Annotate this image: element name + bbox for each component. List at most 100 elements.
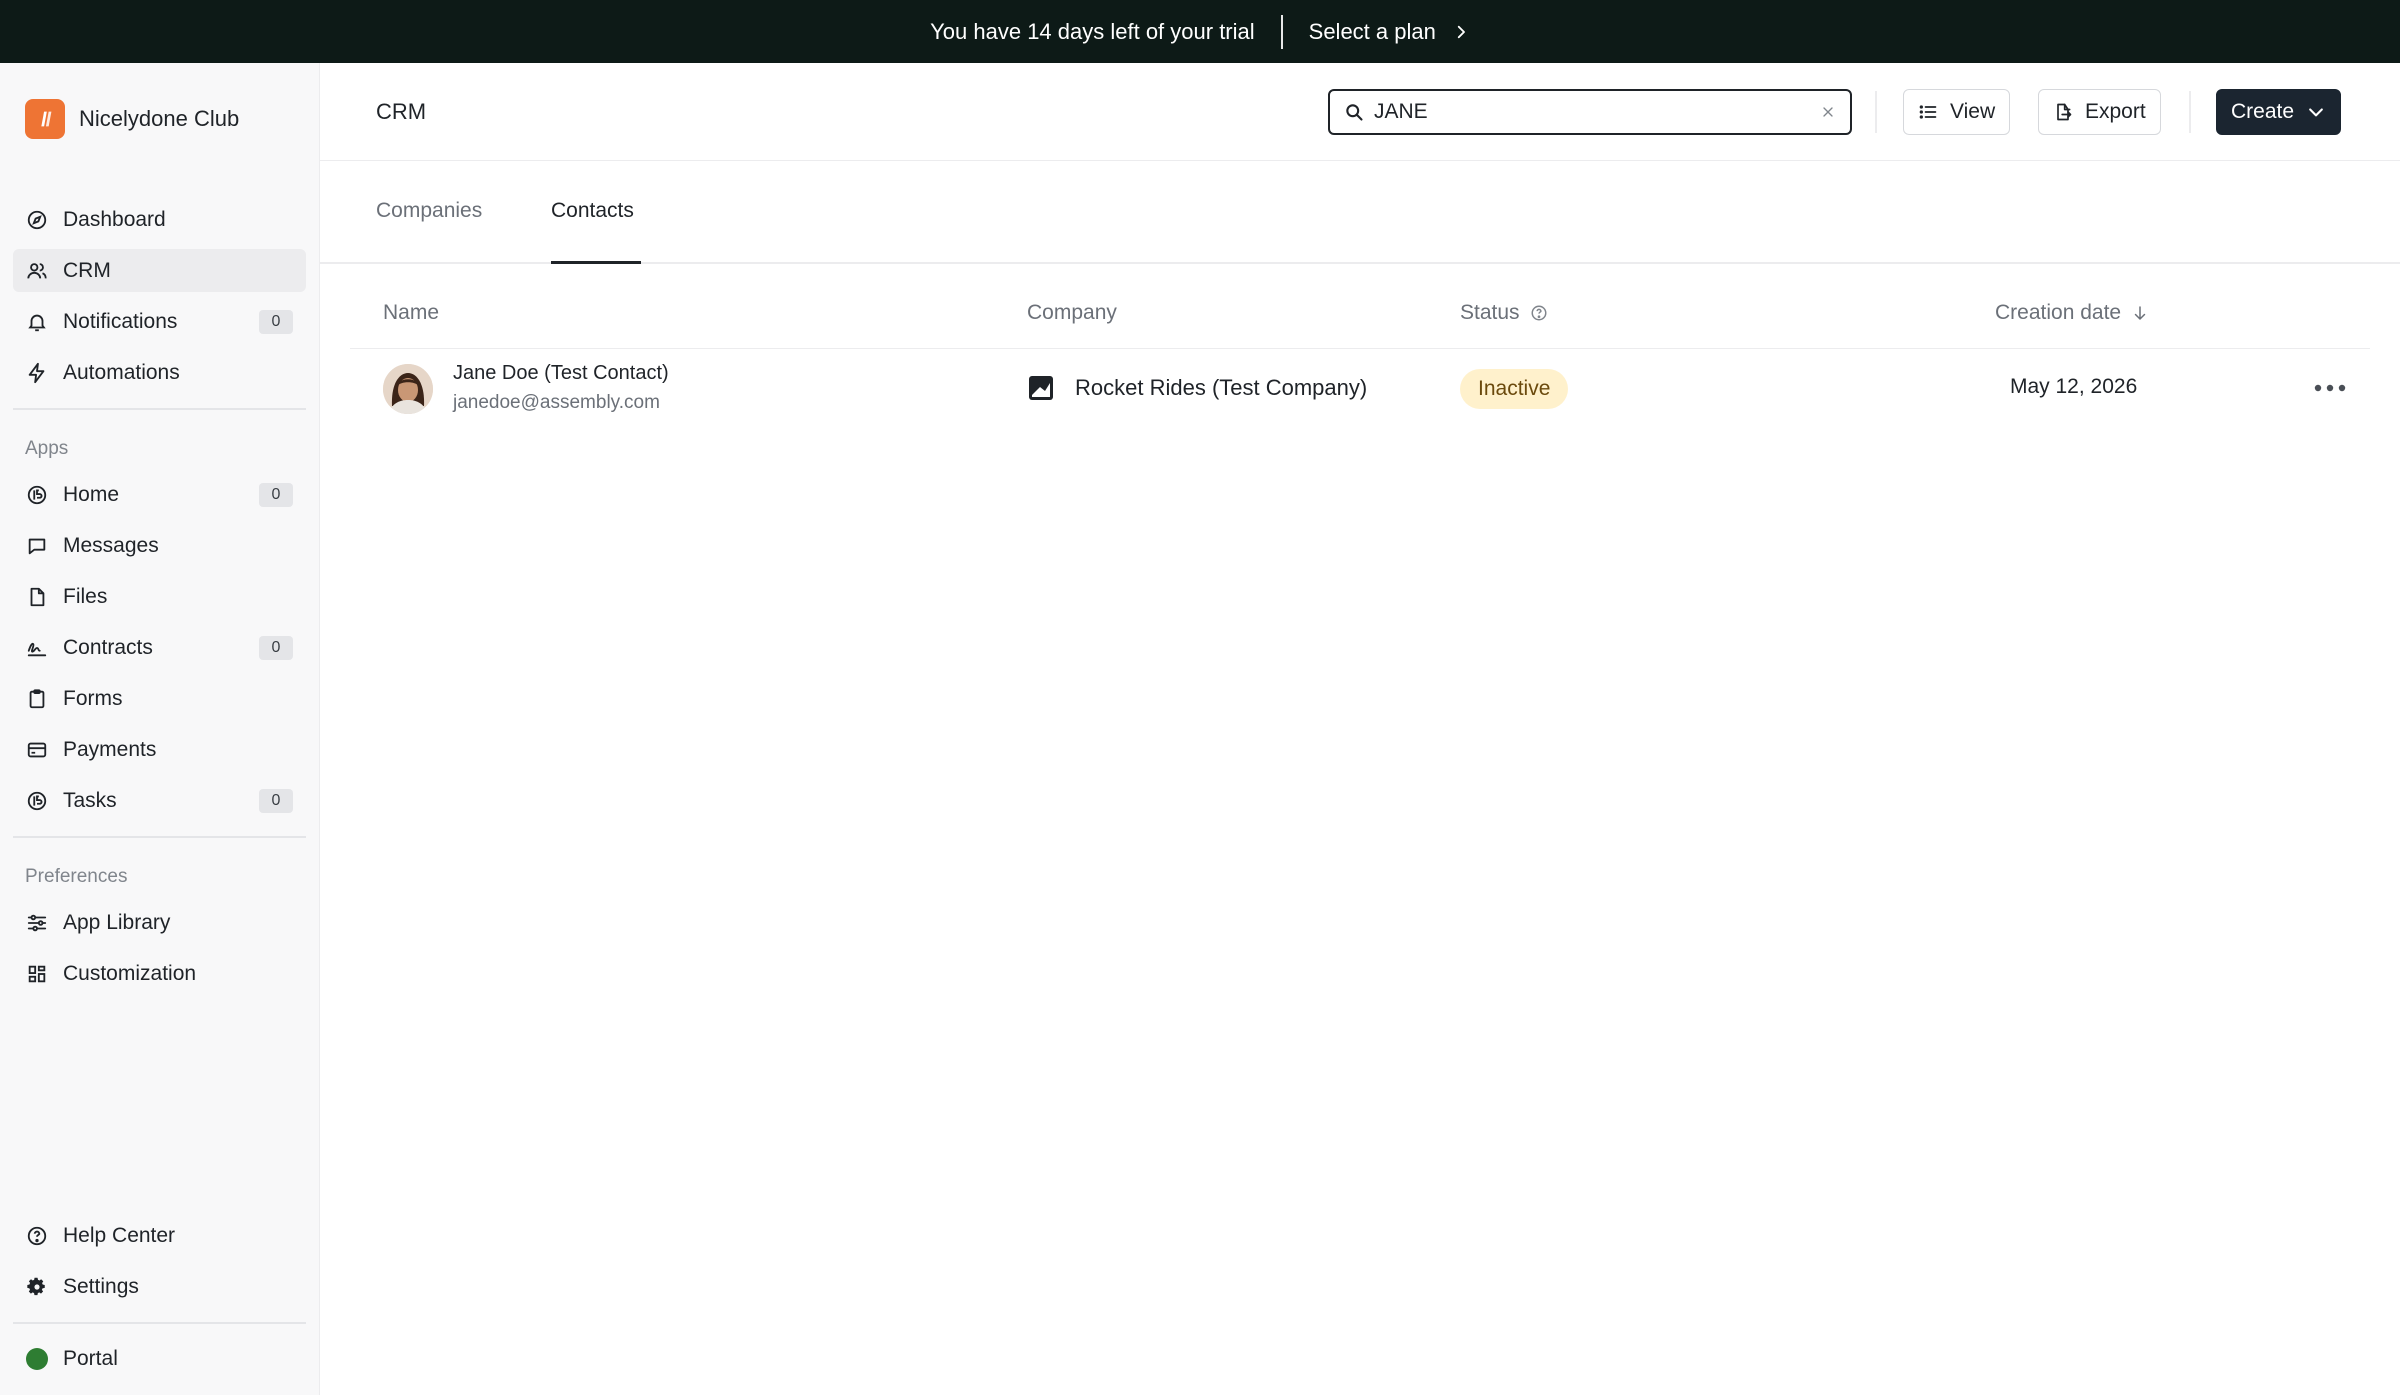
- sidebar-item-label: CRM: [63, 258, 111, 282]
- export-button[interactable]: Export: [2038, 89, 2161, 135]
- sort-descending-icon: [2134, 306, 2146, 320]
- contracts-count-badge: 0: [259, 636, 293, 660]
- sidebar-item-label: Settings: [63, 1274, 139, 1298]
- signature-icon: [25, 636, 49, 660]
- header: CRM View Export Create: [320, 63, 2400, 161]
- gear-icon: [25, 1275, 49, 1299]
- create-button[interactable]: Create: [2216, 89, 2342, 135]
- search-box[interactable]: [1328, 89, 1852, 135]
- tasks-count-badge: 0: [259, 789, 293, 813]
- company-name: Rocket Rides (Test Company): [1075, 375, 1368, 400]
- trial-text: You have 14 days left of your trial: [930, 18, 1255, 44]
- row-more-actions-button[interactable]: [2310, 373, 2350, 403]
- status-badge: Inactive: [1460, 369, 1569, 409]
- search-input[interactable]: [1374, 100, 1820, 124]
- sidebar-item-label: Help Center: [63, 1223, 176, 1247]
- sidebar-item-label: Notifications: [63, 309, 178, 333]
- brand-logo-icon: [25, 99, 65, 139]
- contact-email: janedoe@assembly.com: [453, 392, 660, 413]
- sidebar-item-notifications[interactable]: Notifications 0: [13, 300, 306, 343]
- chevron-down-icon: [2309, 108, 2323, 117]
- view-button[interactable]: View: [1903, 89, 2011, 135]
- sidebar-item-label: Portal: [63, 1346, 118, 1370]
- main-content: CRM View Export Create Companies Contact…: [320, 63, 2400, 1395]
- portal-status-dot: [25, 1347, 49, 1371]
- column-header-company[interactable]: Company: [1027, 301, 1117, 325]
- sidebar-item-forms[interactable]: Forms: [13, 677, 306, 720]
- sliders-icon: [25, 911, 49, 935]
- chevron-right-icon: [1457, 25, 1465, 38]
- sidebar-item-app-library[interactable]: App Library: [13, 901, 306, 944]
- avatar: [383, 364, 433, 414]
- sidebar-item-settings[interactable]: Settings: [13, 1265, 306, 1308]
- tab-companies[interactable]: Companies: [376, 199, 482, 223]
- column-header-label: Status: [1460, 301, 1520, 324]
- apps-section-label: Apps: [25, 438, 69, 459]
- sidebar: Nicelydone Club Dashboard CRM Notificati…: [0, 63, 320, 1395]
- brand-name: Nicelydone Club: [79, 106, 240, 131]
- brand[interactable]: Nicelydone Club: [25, 99, 239, 139]
- sidebar-item-label: Automations: [63, 360, 180, 384]
- sidebar-item-label: Forms: [63, 686, 123, 710]
- compass-icon: [25, 208, 49, 232]
- export-icon: [2057, 103, 2072, 121]
- bolt-icon: [25, 361, 49, 385]
- tab-contacts[interactable]: Contacts: [551, 199, 634, 223]
- export-button-label: Export: [2085, 100, 2146, 123]
- sidebar-divider: [13, 836, 306, 838]
- toolbar-divider: [2189, 91, 2191, 133]
- help-circle-icon[interactable]: [1530, 304, 1548, 322]
- sidebar-item-payments[interactable]: Payments: [13, 728, 306, 771]
- tab-bar: Companies Contacts: [320, 161, 2400, 264]
- select-plan-link[interactable]: Select a plan: [1309, 19, 1470, 45]
- sidebar-divider: [13, 1322, 306, 1324]
- help-icon: [25, 1224, 49, 1248]
- more-horizontal-icon: [2314, 384, 2346, 392]
- sidebar-item-home[interactable]: Home 0: [13, 473, 306, 516]
- sidebar-item-crm[interactable]: CRM: [13, 249, 306, 292]
- sidebar-item-label: Tasks: [63, 788, 117, 812]
- clipboard-icon: [25, 687, 49, 711]
- column-header-status[interactable]: Status: [1460, 301, 1548, 325]
- column-header-creation-date[interactable]: Creation date: [1995, 301, 2149, 325]
- creation-date: May 12, 2026: [2010, 375, 2138, 398]
- banner-divider: [1280, 14, 1283, 49]
- sidebar-item-help-center[interactable]: Help Center: [13, 1214, 306, 1257]
- sidebar-item-contracts[interactable]: Contracts 0: [13, 626, 306, 669]
- table-row[interactable]: Jane Doe (Test Contact) janedoe@assembly…: [350, 349, 2370, 429]
- sidebar-item-label: Contracts: [63, 635, 153, 659]
- contact-name[interactable]: Jane Doe (Test Contact): [453, 362, 669, 385]
- sidebar-item-portal[interactable]: Portal: [13, 1337, 306, 1380]
- view-button-label: View: [1950, 100, 1996, 123]
- sidebar-item-dashboard[interactable]: Dashboard: [13, 198, 306, 241]
- table-header: Name Company Status Creation date: [350, 263, 2370, 349]
- sidebar-divider: [13, 408, 306, 410]
- users-icon: [25, 259, 49, 283]
- column-header-label: Company: [1027, 301, 1117, 324]
- select-plan-label: Select a plan: [1308, 18, 1436, 44]
- company-cell[interactable]: Rocket Rides (Test Company): [1027, 374, 1367, 402]
- trial-banner: You have 14 days left of your trial Sele…: [0, 0, 2400, 63]
- home-count-badge: 0: [259, 483, 293, 507]
- column-header-label: Name: [383, 301, 440, 324]
- sidebar-item-files[interactable]: Files: [13, 575, 306, 618]
- toolbar-divider: [1875, 91, 1877, 133]
- sidebar-item-label: Messages: [63, 533, 159, 557]
- chat-icon: [25, 534, 49, 558]
- sidebar-item-tasks[interactable]: Tasks 0: [13, 779, 306, 822]
- clear-search-icon[interactable]: [1820, 104, 1836, 120]
- column-header-name[interactable]: Name: [383, 301, 439, 325]
- company-logo-icon: [1029, 376, 1053, 400]
- sidebar-item-messages[interactable]: Messages: [13, 524, 306, 567]
- sidebar-item-label: Payments: [63, 737, 157, 761]
- preferences-section-label: Preferences: [25, 866, 128, 887]
- sidebar-item-automations[interactable]: Automations: [13, 351, 306, 394]
- sidebar-item-customization[interactable]: Customization: [13, 952, 306, 995]
- credit-card-icon: [25, 738, 49, 762]
- file-icon: [25, 585, 49, 609]
- sidebar-item-label: Home: [63, 482, 120, 506]
- notifications-count-badge: 0: [259, 310, 293, 334]
- grid-icon: [25, 962, 49, 986]
- page-title: CRM: [376, 99, 427, 124]
- sidebar-item-label: Files: [63, 584, 108, 608]
